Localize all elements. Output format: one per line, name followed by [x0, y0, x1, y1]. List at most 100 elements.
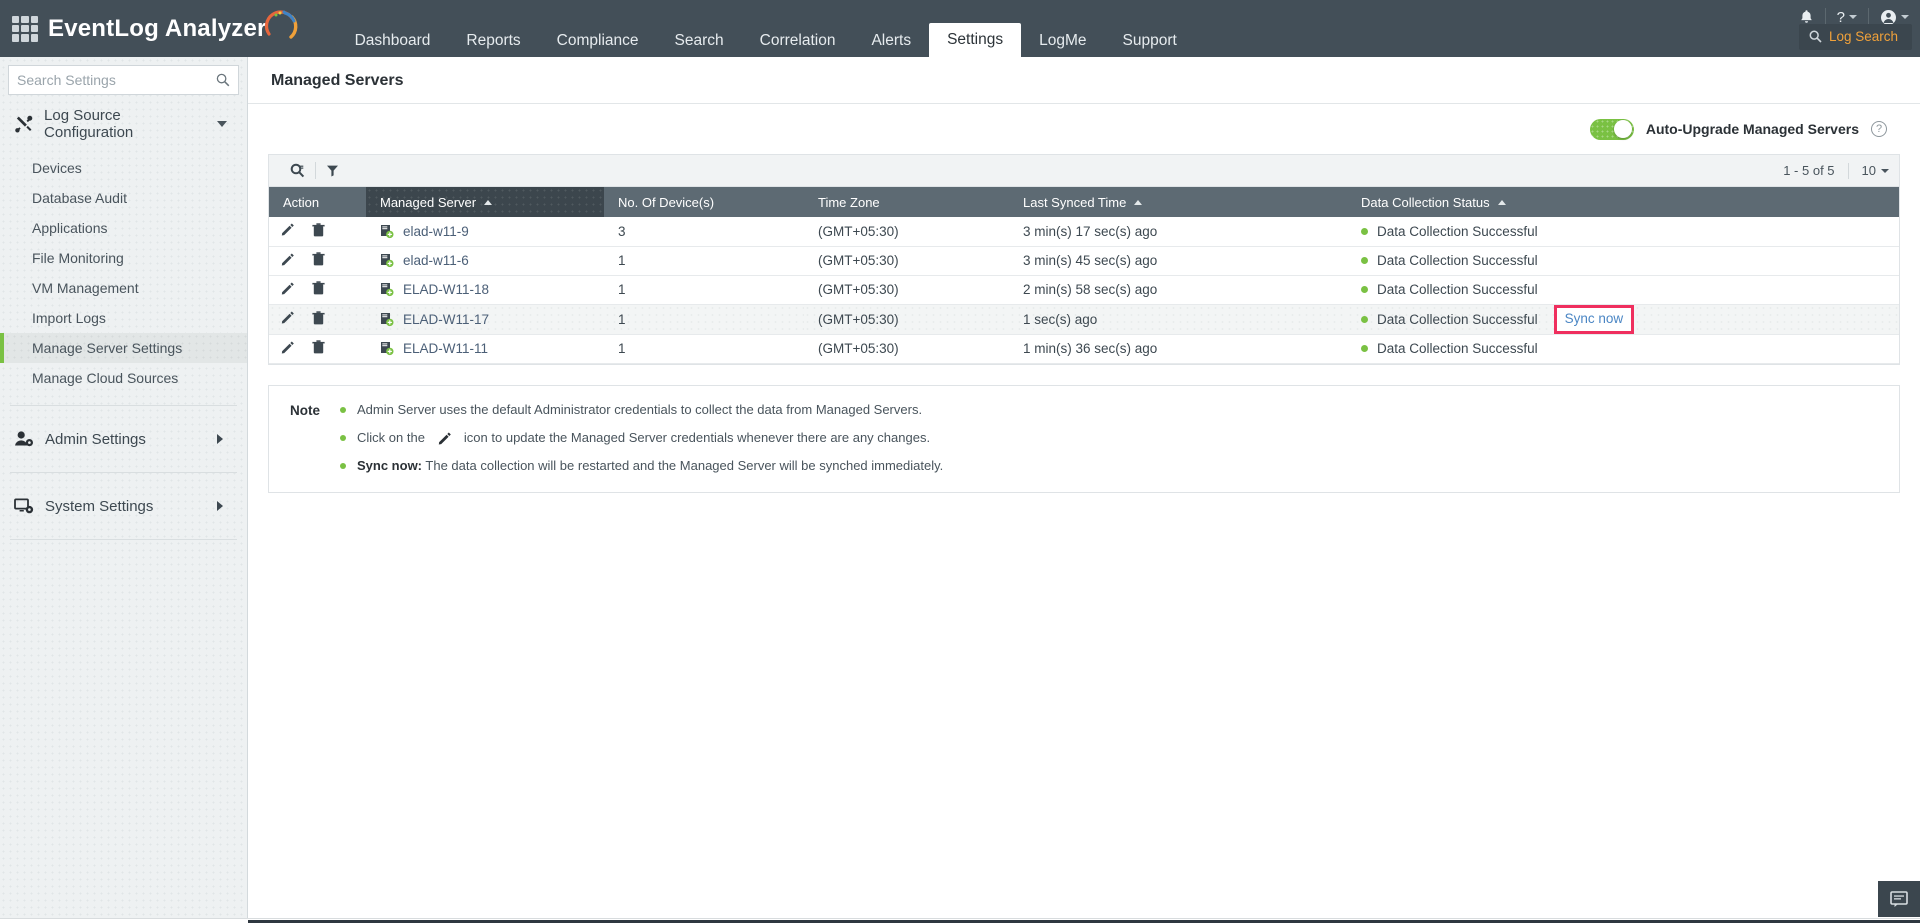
cell-device-count: 1 [604, 304, 804, 334]
cell-action [269, 246, 366, 275]
column-header-managed-server[interactable]: Managed Server [366, 187, 604, 217]
table-body: elad-w11-9 3 (GMT+05:30) 3 min(s) 17 sec… [269, 217, 1899, 363]
main-content: Managed Servers Auto-Upgrade Managed Ser… [248, 57, 1920, 923]
cell-action [269, 275, 366, 304]
server-icon [380, 253, 394, 268]
server-name[interactable]: ELAD-W11-11 [403, 341, 488, 356]
nav-item-compliance[interactable]: Compliance [539, 24, 657, 57]
cell-last-synced-time: 2 min(s) 58 sec(s) ago [1009, 275, 1347, 304]
sidebar-section-admin-settings[interactable]: Admin Settings [0, 418, 247, 460]
column-header-time-zone[interactable]: Time Zone [804, 187, 1009, 217]
nav-item-dashboard[interactable]: Dashboard [337, 24, 449, 57]
search-list-icon [290, 163, 305, 178]
edit-pencil-icon [438, 432, 451, 445]
cell-device-count: 1 [604, 334, 804, 363]
server-icon [380, 224, 394, 239]
cell-time-zone: (GMT+05:30) [804, 334, 1009, 363]
table-row[interactable]: ELAD-W11-11 1 (GMT+05:30) 1 min(s) 36 se… [269, 334, 1899, 363]
nav-item-alerts[interactable]: Alerts [853, 24, 929, 57]
sidebar-item-database-audit[interactable]: Database Audit [0, 183, 247, 213]
cell-time-zone: (GMT+05:30) [804, 275, 1009, 304]
sidebar-item-applications[interactable]: Applications [0, 213, 247, 243]
note-text: The data collection will be restarted an… [425, 458, 943, 473]
table-row[interactable]: ELAD-W11-17 1 (GMT+05:30) 1 sec(s) ago D… [269, 304, 1899, 334]
chevron-right-icon [217, 434, 223, 444]
cell-last-synced-time: 1 min(s) 36 sec(s) ago [1009, 334, 1347, 363]
edit-pencil-icon[interactable] [281, 223, 294, 239]
table-filter-button[interactable] [316, 155, 349, 187]
nav-item-correlation[interactable]: Correlation [742, 24, 854, 57]
sort-ascending-icon [484, 200, 492, 205]
log-search-button[interactable]: Log Search [1799, 24, 1912, 50]
managed-servers-table: Action Managed Server No. Of Device(s) T… [269, 187, 1899, 364]
delete-trash-icon[interactable] [312, 252, 325, 269]
nav-item-reports[interactable]: Reports [448, 24, 538, 57]
help-circle-icon[interactable]: ? [1871, 121, 1887, 137]
table-row[interactable]: elad-w11-6 1 (GMT+05:30) 3 min(s) 45 sec… [269, 246, 1899, 275]
sidebar-item-vm-management[interactable]: VM Management [0, 273, 247, 303]
note-list: Admin Server uses the default Administra… [326, 402, 1899, 474]
sidebar-item-manage-cloud-sources[interactable]: Manage Cloud Sources [0, 363, 247, 393]
note-item: Admin Server uses the default Administra… [326, 402, 1899, 430]
server-name[interactable]: elad-w11-9 [403, 224, 469, 239]
edit-pencil-icon[interactable] [281, 282, 294, 298]
delete-trash-icon[interactable] [312, 311, 325, 328]
delete-trash-icon[interactable] [312, 340, 325, 357]
cell-last-synced-time: 1 sec(s) ago [1009, 304, 1347, 334]
search-input[interactable] [17, 72, 216, 88]
chevron-down-icon [1849, 15, 1857, 19]
page-size-dropdown[interactable]: 10 [1849, 163, 1889, 178]
note-text: icon to update the Managed Server creden… [464, 430, 930, 446]
chat-feedback-icon[interactable] [1878, 881, 1920, 917]
table-row[interactable]: ELAD-W11-18 1 (GMT+05:30) 2 min(s) 58 se… [269, 275, 1899, 304]
cell-device-count: 1 [604, 246, 804, 275]
user-gear-icon [14, 430, 34, 448]
table-search-button[interactable] [280, 155, 315, 187]
sidebar-section-system-settings[interactable]: System Settings [0, 485, 247, 527]
help-label: ? [1837, 9, 1845, 26]
table-row[interactable]: elad-w11-9 3 (GMT+05:30) 3 min(s) 17 sec… [269, 217, 1899, 246]
nav-item-logme[interactable]: LogMe [1021, 24, 1104, 57]
toggle-knob [1614, 120, 1632, 138]
delete-trash-icon[interactable] [312, 223, 325, 240]
sidebar-group-log-source-configuration[interactable]: Log Source Configuration [0, 95, 247, 153]
cell-data-collection-status: Data Collection Successful [1347, 217, 1899, 246]
nav-item-search[interactable]: Search [657, 24, 742, 57]
cell-managed-server: ELAD-W11-18 [366, 275, 604, 304]
server-name[interactable]: ELAD-W11-18 [403, 282, 489, 297]
page-title: Managed Servers [248, 57, 1920, 104]
chevron-down-icon [1881, 169, 1889, 173]
column-header-data-collection-status[interactable]: Data Collection Status [1347, 187, 1899, 217]
sidebar-item-devices[interactable]: Devices [0, 153, 247, 183]
edit-pencil-icon[interactable] [281, 253, 294, 269]
server-name[interactable]: elad-w11-6 [403, 253, 469, 268]
cell-managed-server: elad-w11-9 [366, 217, 604, 246]
sync-now-link[interactable]: Sync now [1554, 305, 1635, 334]
table-head: Action Managed Server No. Of Device(s) T… [269, 187, 1899, 217]
cell-managed-server: elad-w11-6 [366, 246, 604, 275]
column-header-last-synced-time[interactable]: Last Synced Time [1009, 187, 1347, 217]
divider [10, 539, 237, 540]
apps-grid-icon[interactable] [12, 16, 38, 42]
cell-last-synced-time: 3 min(s) 45 sec(s) ago [1009, 246, 1347, 275]
table-pagination: 1 - 5 of 5 10 [1783, 163, 1899, 179]
delete-trash-icon[interactable] [312, 281, 325, 298]
table-toolbar: 1 - 5 of 5 10 [269, 155, 1899, 187]
status-text: Data Collection Successful [1377, 282, 1538, 297]
edit-pencil-icon[interactable] [281, 311, 294, 327]
column-header-device-count[interactable]: No. Of Device(s) [604, 187, 804, 217]
cell-action [269, 217, 366, 246]
sidebar-item-file-monitoring[interactable]: File Monitoring [0, 243, 247, 273]
edit-pencil-icon[interactable] [281, 341, 294, 357]
sidebar-item-manage-server-settings[interactable]: Manage Server Settings [0, 333, 247, 363]
brand-text: EventLog Analyzer [48, 15, 267, 43]
divider [10, 472, 237, 473]
sidebar-item-import-logs[interactable]: Import Logs [0, 303, 247, 333]
search-settings-field[interactable] [8, 65, 239, 95]
auto-upgrade-toggle[interactable] [1590, 119, 1634, 140]
nav-item-settings[interactable]: Settings [929, 23, 1021, 57]
column-header-action[interactable]: Action [269, 187, 366, 217]
chevron-down-icon [217, 121, 227, 127]
server-name[interactable]: ELAD-W11-17 [403, 312, 489, 327]
nav-item-support[interactable]: Support [1105, 24, 1195, 57]
